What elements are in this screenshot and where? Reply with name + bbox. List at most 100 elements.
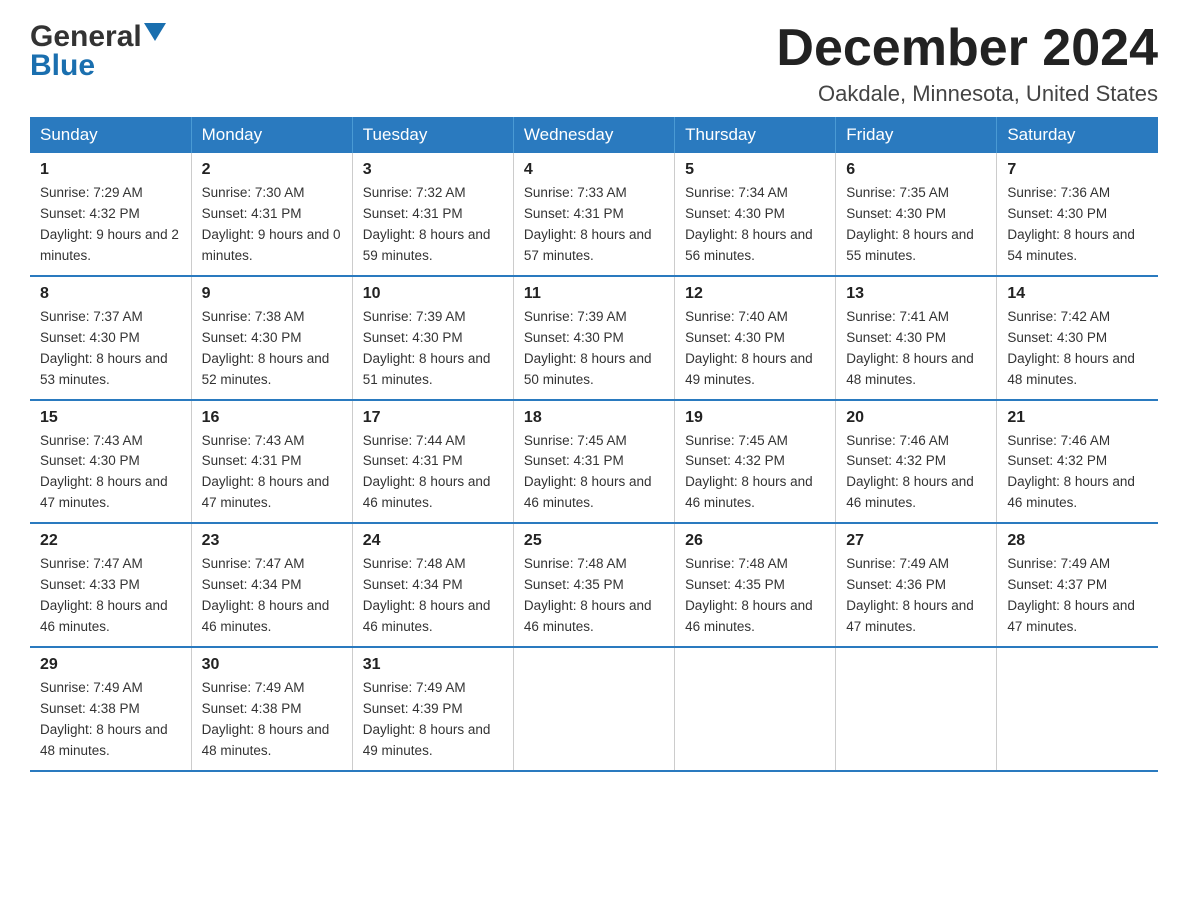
- day-info: Sunrise: 7:41 AMSunset: 4:30 PMDaylight:…: [846, 307, 986, 391]
- table-row: 14 Sunrise: 7:42 AMSunset: 4:30 PMDaylig…: [997, 276, 1158, 400]
- table-row: 6 Sunrise: 7:35 AMSunset: 4:30 PMDayligh…: [836, 153, 997, 276]
- header-friday: Friday: [836, 117, 997, 153]
- calendar-table: Sunday Monday Tuesday Wednesday Thursday…: [30, 117, 1158, 771]
- day-info: Sunrise: 7:45 AMSunset: 4:32 PMDaylight:…: [685, 431, 825, 515]
- location-subtitle: Oakdale, Minnesota, United States: [776, 81, 1158, 107]
- day-number: 2: [202, 161, 342, 179]
- logo: General Blue: [30, 20, 166, 83]
- day-info: Sunrise: 7:32 AMSunset: 4:31 PMDaylight:…: [363, 183, 503, 267]
- calendar-week-row: 1 Sunrise: 7:29 AMSunset: 4:32 PMDayligh…: [30, 153, 1158, 276]
- calendar-week-row: 22 Sunrise: 7:47 AMSunset: 4:33 PMDaylig…: [30, 523, 1158, 647]
- table-row: 30 Sunrise: 7:49 AMSunset: 4:38 PMDaylig…: [191, 647, 352, 771]
- table-row: 23 Sunrise: 7:47 AMSunset: 4:34 PMDaylig…: [191, 523, 352, 647]
- table-row: 18 Sunrise: 7:45 AMSunset: 4:31 PMDaylig…: [513, 400, 674, 524]
- table-row: 20 Sunrise: 7:46 AMSunset: 4:32 PMDaylig…: [836, 400, 997, 524]
- day-number: 21: [1007, 409, 1148, 427]
- day-number: 15: [40, 409, 181, 427]
- day-info: Sunrise: 7:48 AMSunset: 4:34 PMDaylight:…: [363, 554, 503, 638]
- day-info: Sunrise: 7:49 AMSunset: 4:38 PMDaylight:…: [202, 678, 342, 762]
- table-row: 8 Sunrise: 7:37 AMSunset: 4:30 PMDayligh…: [30, 276, 191, 400]
- day-number: 16: [202, 409, 342, 427]
- calendar-week-row: 29 Sunrise: 7:49 AMSunset: 4:38 PMDaylig…: [30, 647, 1158, 771]
- header-thursday: Thursday: [675, 117, 836, 153]
- day-info: Sunrise: 7:43 AMSunset: 4:30 PMDaylight:…: [40, 431, 181, 515]
- day-number: 28: [1007, 532, 1148, 550]
- day-number: 9: [202, 285, 342, 303]
- day-info: Sunrise: 7:48 AMSunset: 4:35 PMDaylight:…: [685, 554, 825, 638]
- day-info: Sunrise: 7:38 AMSunset: 4:30 PMDaylight:…: [202, 307, 342, 391]
- day-info: Sunrise: 7:49 AMSunset: 4:36 PMDaylight:…: [846, 554, 986, 638]
- table-row: 13 Sunrise: 7:41 AMSunset: 4:30 PMDaylig…: [836, 276, 997, 400]
- day-number: 10: [363, 285, 503, 303]
- day-number: 14: [1007, 285, 1148, 303]
- table-row: [513, 647, 674, 771]
- day-number: 17: [363, 409, 503, 427]
- day-info: Sunrise: 7:39 AMSunset: 4:30 PMDaylight:…: [524, 307, 664, 391]
- table-row: 21 Sunrise: 7:46 AMSunset: 4:32 PMDaylig…: [997, 400, 1158, 524]
- day-info: Sunrise: 7:39 AMSunset: 4:30 PMDaylight:…: [363, 307, 503, 391]
- day-number: 8: [40, 285, 181, 303]
- day-number: 31: [363, 656, 503, 674]
- table-row: 29 Sunrise: 7:49 AMSunset: 4:38 PMDaylig…: [30, 647, 191, 771]
- table-row: 28 Sunrise: 7:49 AMSunset: 4:37 PMDaylig…: [997, 523, 1158, 647]
- day-info: Sunrise: 7:30 AMSunset: 4:31 PMDaylight:…: [202, 183, 342, 267]
- day-info: Sunrise: 7:43 AMSunset: 4:31 PMDaylight:…: [202, 431, 342, 515]
- table-row: 2 Sunrise: 7:30 AMSunset: 4:31 PMDayligh…: [191, 153, 352, 276]
- day-number: 13: [846, 285, 986, 303]
- table-row: 10 Sunrise: 7:39 AMSunset: 4:30 PMDaylig…: [352, 276, 513, 400]
- day-number: 18: [524, 409, 664, 427]
- table-row: 5 Sunrise: 7:34 AMSunset: 4:30 PMDayligh…: [675, 153, 836, 276]
- table-row: 15 Sunrise: 7:43 AMSunset: 4:30 PMDaylig…: [30, 400, 191, 524]
- day-number: 1: [40, 161, 181, 179]
- table-row: [675, 647, 836, 771]
- calendar-week-row: 15 Sunrise: 7:43 AMSunset: 4:30 PMDaylig…: [30, 400, 1158, 524]
- header-wednesday: Wednesday: [513, 117, 674, 153]
- table-row: 12 Sunrise: 7:40 AMSunset: 4:30 PMDaylig…: [675, 276, 836, 400]
- day-info: Sunrise: 7:35 AMSunset: 4:30 PMDaylight:…: [846, 183, 986, 267]
- day-info: Sunrise: 7:46 AMSunset: 4:32 PMDaylight:…: [846, 431, 986, 515]
- day-info: Sunrise: 7:36 AMSunset: 4:30 PMDaylight:…: [1007, 183, 1148, 267]
- day-info: Sunrise: 7:33 AMSunset: 4:31 PMDaylight:…: [524, 183, 664, 267]
- header-saturday: Saturday: [997, 117, 1158, 153]
- day-info: Sunrise: 7:34 AMSunset: 4:30 PMDaylight:…: [685, 183, 825, 267]
- day-info: Sunrise: 7:45 AMSunset: 4:31 PMDaylight:…: [524, 431, 664, 515]
- day-info: Sunrise: 7:47 AMSunset: 4:34 PMDaylight:…: [202, 554, 342, 638]
- day-info: Sunrise: 7:49 AMSunset: 4:39 PMDaylight:…: [363, 678, 503, 762]
- logo-arrow-icon: [144, 23, 166, 45]
- day-number: 6: [846, 161, 986, 179]
- table-row: 27 Sunrise: 7:49 AMSunset: 4:36 PMDaylig…: [836, 523, 997, 647]
- table-row: 31 Sunrise: 7:49 AMSunset: 4:39 PMDaylig…: [352, 647, 513, 771]
- day-info: Sunrise: 7:49 AMSunset: 4:38 PMDaylight:…: [40, 678, 181, 762]
- day-number: 19: [685, 409, 825, 427]
- table-row: 1 Sunrise: 7:29 AMSunset: 4:32 PMDayligh…: [30, 153, 191, 276]
- day-number: 23: [202, 532, 342, 550]
- table-row: 25 Sunrise: 7:48 AMSunset: 4:35 PMDaylig…: [513, 523, 674, 647]
- table-row: 17 Sunrise: 7:44 AMSunset: 4:31 PMDaylig…: [352, 400, 513, 524]
- day-info: Sunrise: 7:48 AMSunset: 4:35 PMDaylight:…: [524, 554, 664, 638]
- table-row: 19 Sunrise: 7:45 AMSunset: 4:32 PMDaylig…: [675, 400, 836, 524]
- table-row: [836, 647, 997, 771]
- day-number: 3: [363, 161, 503, 179]
- day-info: Sunrise: 7:49 AMSunset: 4:37 PMDaylight:…: [1007, 554, 1148, 638]
- header-sunday: Sunday: [30, 117, 191, 153]
- day-info: Sunrise: 7:46 AMSunset: 4:32 PMDaylight:…: [1007, 431, 1148, 515]
- day-number: 22: [40, 532, 181, 550]
- day-number: 12: [685, 285, 825, 303]
- header-monday: Monday: [191, 117, 352, 153]
- calendar-week-row: 8 Sunrise: 7:37 AMSunset: 4:30 PMDayligh…: [30, 276, 1158, 400]
- page-header: General Blue December 2024 Oakdale, Minn…: [30, 20, 1158, 107]
- table-row: 22 Sunrise: 7:47 AMSunset: 4:33 PMDaylig…: [30, 523, 191, 647]
- day-number: 4: [524, 161, 664, 179]
- day-number: 27: [846, 532, 986, 550]
- table-row: 16 Sunrise: 7:43 AMSunset: 4:31 PMDaylig…: [191, 400, 352, 524]
- table-row: 9 Sunrise: 7:38 AMSunset: 4:30 PMDayligh…: [191, 276, 352, 400]
- table-row: 24 Sunrise: 7:48 AMSunset: 4:34 PMDaylig…: [352, 523, 513, 647]
- day-info: Sunrise: 7:47 AMSunset: 4:33 PMDaylight:…: [40, 554, 181, 638]
- day-number: 11: [524, 285, 664, 303]
- day-number: 30: [202, 656, 342, 674]
- logo-text-blue: Blue: [30, 49, 95, 83]
- title-section: December 2024 Oakdale, Minnesota, United…: [776, 20, 1158, 107]
- day-number: 20: [846, 409, 986, 427]
- day-info: Sunrise: 7:29 AMSunset: 4:32 PMDaylight:…: [40, 183, 181, 267]
- calendar-header-row: Sunday Monday Tuesday Wednesday Thursday…: [30, 117, 1158, 153]
